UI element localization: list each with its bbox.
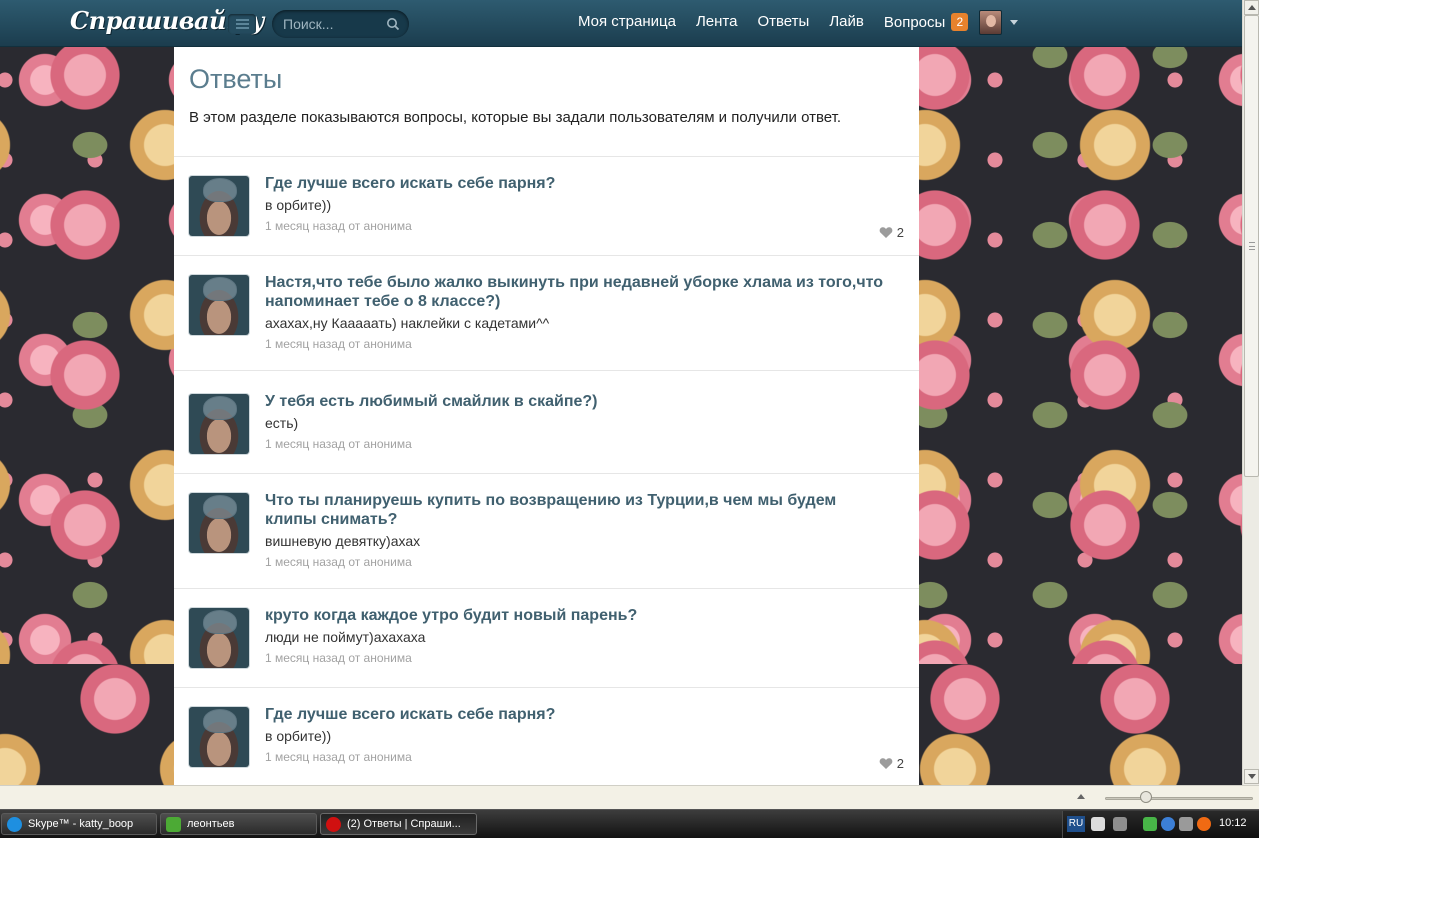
page-title: Ответы (189, 64, 283, 94)
chat-icon (166, 817, 181, 832)
taskbar-item-label: (2) Ответы | Спраши... (347, 818, 461, 830)
skype-icon (7, 817, 22, 832)
divider (174, 255, 919, 256)
network-icon[interactable] (1113, 817, 1127, 831)
search-box (272, 10, 409, 38)
scroll-up-arrow[interactable] (1244, 0, 1259, 15)
windows-taskbar: Skype™ - katty_boop леонтьев (2) Ответы … (0, 809, 1259, 838)
heart-icon[interactable] (879, 757, 893, 770)
menu-icon[interactable] (228, 14, 256, 34)
vertical-scrollbar[interactable] (1242, 0, 1259, 785)
volume-icon[interactable] (1179, 817, 1193, 831)
divider (174, 687, 919, 688)
opera-icon (326, 817, 341, 832)
question-title[interactable]: У тебя есть любимый смайлик в скайпе?) (265, 392, 885, 411)
help-icon[interactable] (1091, 817, 1105, 831)
main-nav: Моя страница Лента Ответы Лайв Вопросы 2 (578, 13, 988, 33)
divider (174, 588, 919, 589)
nav-answers[interactable]: Ответы (757, 13, 809, 33)
like-counter[interactable]: 2 (879, 225, 904, 240)
taskbar-item-skype[interactable]: Skype™ - katty_boop (1, 813, 157, 835)
avatar[interactable] (189, 493, 249, 553)
divider (174, 370, 919, 371)
chevron-down-icon[interactable] (1010, 20, 1018, 25)
answer-meta: 1 месяц назад от анонима (265, 219, 412, 233)
like-count: 2 (896, 225, 904, 240)
language-indicator[interactable]: RU (1067, 816, 1085, 832)
answer-meta: 1 месяц назад от анонима (265, 651, 412, 665)
clock: 10:12 (1219, 817, 1247, 829)
zoom-slider[interactable] (1105, 797, 1253, 800)
taskbar-item-browser[interactable]: (2) Ответы | Спраши... (320, 813, 477, 835)
heart-icon[interactable] (879, 226, 893, 239)
answer-meta: 1 месяц назад от анонима (265, 750, 412, 764)
taskbar-item-label: леонтьев (187, 818, 235, 830)
answer-text: в орбите)) (265, 728, 332, 744)
zoom-slider-knob[interactable] (1140, 791, 1152, 803)
page-background: Спрашивай.ру Моя страница Лента Ответы Л… (0, 0, 1242, 785)
answer-meta: 1 месяц назад от анонима (265, 337, 412, 351)
avatar[interactable] (189, 394, 249, 454)
update-icon[interactable] (1161, 817, 1175, 831)
security-icon[interactable] (1143, 817, 1157, 831)
system-tray: RU 10:12 (1062, 811, 1259, 838)
top-navigation-bar: Спрашивай.ру Моя страница Лента Ответы Л… (0, 0, 1242, 47)
divider (174, 473, 919, 474)
nav-live[interactable]: Лайв (829, 13, 864, 33)
answer-meta: 1 месяц назад от анонима (265, 555, 412, 569)
scroll-down-arrow[interactable] (1244, 769, 1259, 784)
app-tray-icon[interactable] (1197, 817, 1211, 831)
answer-text: люди не поймут)ахахаха (265, 629, 426, 645)
user-avatar[interactable] (979, 10, 1002, 35)
answer-text: есть) (265, 415, 299, 431)
avatar[interactable] (189, 176, 249, 236)
answer-text: в орбите)) (265, 197, 332, 213)
question-title[interactable]: Где лучше всего искать себе парня? (265, 705, 885, 724)
search-icon[interactable] (386, 17, 400, 31)
question-title[interactable]: Что ты планируешь купить по возвращению … (265, 491, 885, 529)
answers-panel: Ответы В этом разделе показываются вопро… (174, 47, 919, 785)
nav-my-page[interactable]: Моя страница (578, 13, 676, 33)
search-input[interactable] (283, 15, 378, 33)
question-title[interactable]: Настя,что тебе было жалко выкинуть при н… (265, 273, 885, 311)
browser-screen: Спрашивай.ру Моя страница Лента Ответы Л… (0, 0, 1259, 838)
question-title[interactable]: Где лучше всего искать себе парня? (265, 174, 885, 193)
taskbar-item-label: Skype™ - katty_boop (28, 818, 134, 830)
avatar[interactable] (189, 275, 249, 335)
scrollbar-thumb[interactable] (1244, 15, 1259, 477)
question-title[interactable]: круто когда каждое утро будит новый паре… (265, 606, 885, 625)
answer-meta: 1 месяц назад от анонима (265, 437, 412, 451)
avatar[interactable] (189, 608, 249, 668)
nav-questions[interactable]: Вопросы 2 (883, 13, 969, 33)
page-description: В этом разделе показываются вопросы, кот… (189, 109, 842, 126)
nav-feed[interactable]: Лента (696, 13, 738, 33)
browser-status-bar (0, 785, 1259, 809)
divider (174, 156, 919, 157)
taskbar-item-chat[interactable]: леонтьев (160, 813, 317, 835)
avatar[interactable] (189, 707, 249, 767)
like-count: 2 (896, 756, 904, 771)
nav-questions-label: Вопросы (883, 14, 946, 31)
like-counter[interactable]: 2 (879, 756, 904, 771)
scrollbar-grip-icon (1249, 242, 1255, 250)
answer-text: ахахах,ну Кааааать) наклейки с кадетами^… (265, 315, 550, 331)
answer-text: вишневую девятку)ахах (265, 533, 421, 549)
questions-count-badge: 2 (951, 13, 969, 31)
chevron-up-icon[interactable] (1077, 794, 1085, 799)
